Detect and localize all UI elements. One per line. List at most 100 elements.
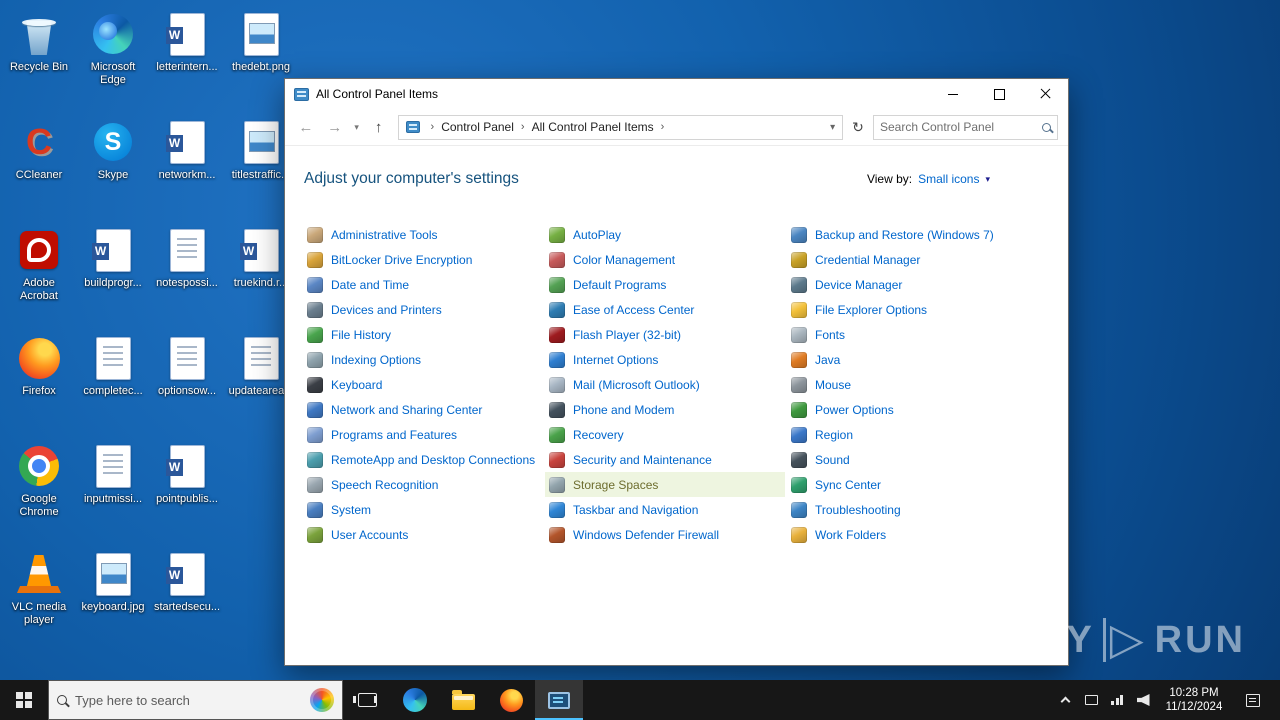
control-panel-item[interactable]: System (303, 497, 543, 522)
desktop-icon[interactable]: Recycle Bin (2, 2, 76, 110)
control-panel-item[interactable]: Mail (Microsoft Outlook) (545, 372, 785, 397)
control-panel-item[interactable]: Fonts (787, 322, 1027, 347)
title-bar[interactable]: All Control Panel Items (285, 79, 1068, 109)
control-panel-item[interactable]: Troubleshooting (787, 497, 1027, 522)
breadcrumb-segment-control-panel[interactable]: Control Panel (439, 120, 516, 134)
desktop-icon-image (89, 442, 137, 490)
desktop-icon[interactable]: optionsow... (150, 326, 224, 434)
taskbar-file-explorer-button[interactable] (439, 680, 487, 720)
desktop-icon[interactable]: CCleaner (2, 110, 76, 218)
control-panel-item[interactable]: Sound (787, 447, 1027, 472)
control-panel-item[interactable]: Backup and Restore (Windows 7) (787, 222, 1027, 247)
tray-volume-button[interactable] (1130, 680, 1156, 720)
breadcrumb[interactable]: › Control Panel › All Control Panel Item… (398, 115, 844, 140)
taskbar-edge-button[interactable] (391, 680, 439, 720)
view-by-label: View by: (867, 172, 912, 186)
control-panel-item[interactable]: Taskbar and Navigation (545, 497, 785, 522)
control-panel-item[interactable]: Color Management (545, 247, 785, 272)
control-panel-item-label: System (331, 503, 371, 517)
desktop-icon-label: CCleaner (2, 169, 76, 182)
control-panel-item[interactable]: Speech Recognition (303, 472, 543, 497)
control-panel-item[interactable]: Sync Center (787, 472, 1027, 497)
desktop-icon[interactable]: buildprogr... (76, 218, 150, 326)
start-button[interactable] (0, 680, 48, 720)
tray-network-button[interactable] (1104, 680, 1130, 720)
desktop-icon[interactable]: networkm... (150, 110, 224, 218)
control-panel-item[interactable]: Flash Player (32-bit) (545, 322, 785, 347)
tray-display-button[interactable] (1078, 680, 1104, 720)
control-panel-item[interactable]: Java (787, 347, 1027, 372)
control-panel-item[interactable]: Default Programs (545, 272, 785, 297)
control-panel-item[interactable]: Ease of Access Center (545, 297, 785, 322)
desktop-icon[interactable]: notespossi... (150, 218, 224, 326)
window-title: All Control Panel Items (316, 87, 438, 101)
taskbar-clock[interactable]: 10:28 PM 11/12/2024 (1156, 686, 1232, 714)
up-button[interactable]: ↑ (366, 115, 392, 139)
control-panel-item[interactable]: Region (787, 422, 1027, 447)
control-panel-item[interactable]: Recovery (545, 422, 785, 447)
maximize-button[interactable] (976, 79, 1022, 109)
desktop-icon[interactable]: keyboard.jpg (76, 542, 150, 650)
control-panel-item[interactable]: Power Options (787, 397, 1027, 422)
control-panel-item[interactable]: Programs and Features (303, 422, 543, 447)
control-panel-item[interactable]: AutoPlay (545, 222, 785, 247)
control-panel-search[interactable] (873, 115, 1058, 140)
desktop-icon[interactable]: Adobe Acrobat (2, 218, 76, 326)
desktop-icon-image (15, 550, 63, 598)
control-panel-item[interactable]: Windows Defender Firewall (545, 522, 785, 547)
control-panel-item[interactable]: File Explorer Options (787, 297, 1027, 322)
desktop-icon[interactable]: Microsoft Edge (76, 2, 150, 110)
control-panel-item[interactable]: Indexing Options (303, 347, 543, 372)
refresh-button[interactable]: ↻ (846, 115, 870, 139)
breadcrumb-segment-all-items[interactable]: All Control Panel Items (530, 120, 656, 134)
control-panel-item[interactable]: Date and Time (303, 272, 543, 297)
control-panel-item-label: Device Manager (815, 278, 902, 292)
control-panel-item-icon (549, 377, 565, 393)
control-panel-item[interactable]: RemoteApp and Desktop Connections (303, 447, 543, 472)
control-panel-item[interactable]: BitLocker Drive Encryption (303, 247, 543, 272)
desktop-icon[interactable]: Firefox (2, 326, 76, 434)
taskbar-search[interactable] (48, 680, 343, 720)
control-panel-item[interactable]: Security and Maintenance (545, 447, 785, 472)
control-panel-item[interactable]: Mouse (787, 372, 1027, 397)
desktop-icon[interactable]: Google Chrome (2, 434, 76, 542)
control-panel-item[interactable]: Storage Spaces (545, 472, 785, 497)
taskbar-task-view-button[interactable] (343, 680, 391, 720)
forward-button[interactable]: → (322, 115, 348, 139)
control-panel-item-icon (549, 502, 565, 518)
control-panel-item[interactable]: File History (303, 322, 543, 347)
action-center-button[interactable] (1232, 694, 1274, 707)
desktop-icon[interactable]: VLC media player (2, 542, 76, 650)
back-button[interactable]: ← (293, 115, 319, 139)
control-panel-item[interactable]: Work Folders (787, 522, 1027, 547)
taskbar-search-input[interactable] (75, 693, 302, 708)
desktop-icon[interactable]: Skype (76, 110, 150, 218)
control-panel-item-label: RemoteApp and Desktop Connections (331, 453, 535, 467)
close-button[interactable] (1022, 79, 1068, 109)
control-panel-item[interactable]: Phone and Modem (545, 397, 785, 422)
desktop-icon-image (163, 442, 211, 490)
address-dropdown-icon[interactable]: ▾ (827, 122, 838, 133)
control-panel-item[interactable]: User Accounts (303, 522, 543, 547)
desktop-icon[interactable]: letterintern... (150, 2, 224, 110)
control-panel-item[interactable]: Administrative Tools (303, 222, 543, 247)
taskbar-firefox-button[interactable] (487, 680, 535, 720)
desktop-icon[interactable]: pointpublis... (150, 434, 224, 542)
control-panel-item[interactable]: Internet Options (545, 347, 785, 372)
desktop-icon[interactable]: inputmissi... (76, 434, 150, 542)
control-panel-item[interactable]: Network and Sharing Center (303, 397, 543, 422)
control-panel-item[interactable]: Device Manager (787, 272, 1027, 297)
history-dropdown-button[interactable]: ▾ (351, 122, 363, 133)
view-by-dropdown[interactable]: Small icons (918, 172, 979, 186)
minimize-button[interactable] (930, 79, 976, 109)
control-panel-item-icon (791, 527, 807, 543)
control-panel-item[interactable]: Credential Manager (787, 247, 1027, 272)
desktop-icon[interactable]: startedsecu... (150, 542, 224, 650)
control-panel-item[interactable]: Devices and Printers (303, 297, 543, 322)
search-input[interactable] (880, 120, 1038, 134)
desktop-icon[interactable]: completec... (76, 326, 150, 434)
tray-expand-button[interactable] (1052, 680, 1078, 720)
control-panel-item-label: Programs and Features (331, 428, 457, 442)
control-panel-item[interactable]: Keyboard (303, 372, 543, 397)
taskbar-control-panel-button[interactable] (535, 680, 583, 720)
